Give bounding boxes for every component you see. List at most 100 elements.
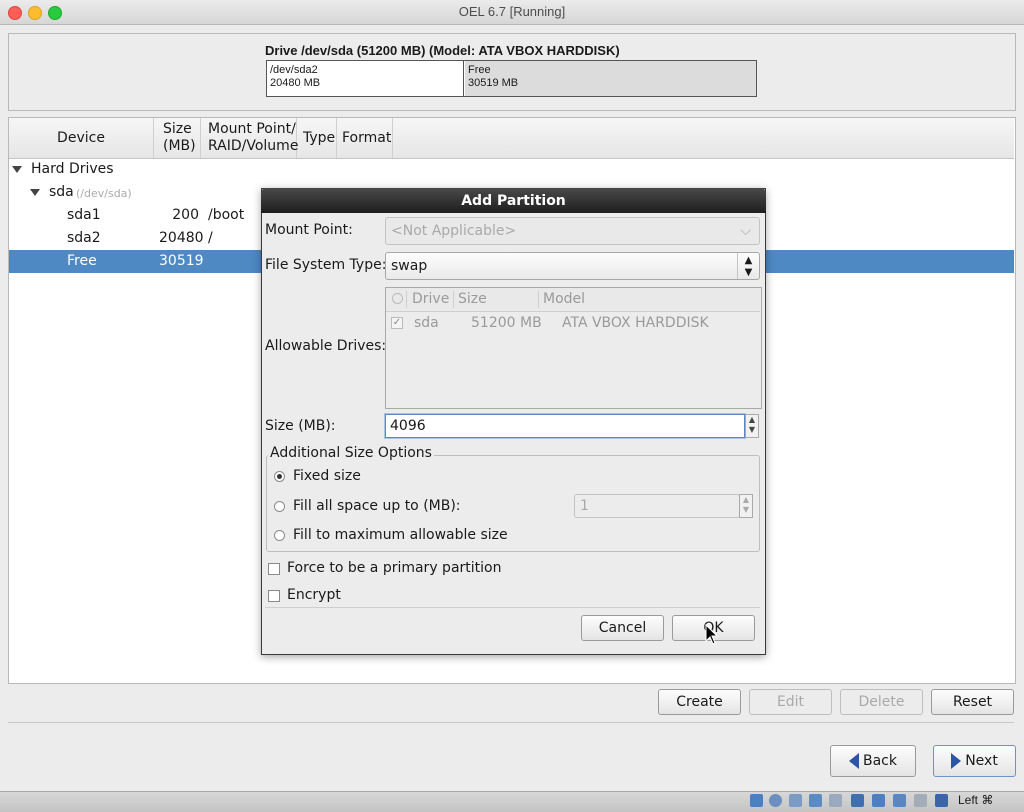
tree-disk-path: (/dev/sda) <box>76 187 132 200</box>
back-button-label: Back <box>863 753 897 769</box>
tree-disk-label: sda <box>49 184 74 200</box>
optical-drive-icon[interactable] <box>769 794 782 807</box>
fill-upto-stepper[interactable]: ▲ ▼ <box>739 494 753 518</box>
segment-name: /dev/sda2 <box>270 64 318 76</box>
next-button-label: Next <box>965 753 998 769</box>
fill-max-radio[interactable] <box>274 530 285 541</box>
cancel-button-label: Cancel <box>598 620 647 636</box>
row-device: sda2 <box>67 230 101 246</box>
column-divider <box>406 291 407 308</box>
next-arrow-icon <box>951 753 962 769</box>
force-primary-label: Force to be a primary partition <box>287 560 502 576</box>
column-size[interactable]: Size (MB) <box>154 118 201 158</box>
grid-model: ATA VBOX HARDDISK <box>562 315 709 331</box>
keyboard-capture-icon[interactable] <box>935 794 948 807</box>
size-options-title: Additional Size Options <box>268 445 434 461</box>
up-down-arrows-icon: ▲ ▼ <box>737 253 759 279</box>
segment-name: Free <box>468 64 491 76</box>
fill-upto-input[interactable]: 1 <box>574 494 740 518</box>
delete-button-label: Delete <box>858 694 905 710</box>
back-button[interactable]: Back <box>830 745 916 777</box>
segment-size: 30519 MB <box>468 77 519 89</box>
network-icon[interactable] <box>829 794 842 807</box>
encrypt-checkbox[interactable] <box>268 590 280 602</box>
mouse-integration-icon[interactable] <box>893 794 906 807</box>
mount-point-select[interactable]: <Not Applicable> ⌵ <box>385 217 760 245</box>
column-type[interactable]: Type <box>297 118 337 158</box>
create-button-label: Create <box>676 694 723 710</box>
column-device[interactable]: Device <box>9 118 154 158</box>
size-stepper[interactable]: ▲ ▼ <box>745 414 759 438</box>
next-button[interactable]: Next <box>933 745 1016 777</box>
create-button[interactable]: Create <box>658 689 741 715</box>
grid-drive: sda <box>414 315 439 331</box>
tree-group-label: Hard Drives <box>31 161 114 177</box>
column-format[interactable]: Format <box>337 118 393 158</box>
vm-status-bar <box>0 791 1024 812</box>
mount-point-label: Mount Point: <box>265 222 353 238</box>
edit-button-label: Edit <box>776 694 805 710</box>
fixed-size-radio[interactable] <box>274 471 285 482</box>
row-size: 200 <box>172 207 199 223</box>
dialog-title: Add Partition <box>261 188 766 213</box>
shared-folders-icon[interactable] <box>809 794 822 807</box>
mount-point-value: <Not Applicable> <box>391 223 517 239</box>
grid-size: 51200 MB <box>471 315 542 331</box>
tree-row-hard-drives[interactable]: Hard Drives <box>9 158 1014 181</box>
column-model[interactable]: Model <box>543 291 585 307</box>
column-divider <box>453 291 454 308</box>
column-size[interactable]: Size <box>458 291 487 307</box>
column-size-line1: Size <box>163 121 192 137</box>
reset-button[interactable]: Reset <box>931 689 1014 715</box>
expander-down-icon[interactable] <box>30 189 40 196</box>
drives-grid-header: Drive Size Model <box>386 288 760 312</box>
encrypt-label: Encrypt <box>287 587 341 603</box>
mouse-cursor-icon <box>705 624 719 645</box>
edit-button[interactable]: Edit <box>749 689 832 715</box>
column-mount-line1: Mount Point/ <box>208 121 296 137</box>
fs-type-select[interactable]: swap ▲ ▼ <box>385 252 760 280</box>
checkbox-checked-icon[interactable]: ✓ <box>391 317 403 329</box>
fill-upto-radio[interactable] <box>274 501 285 512</box>
fs-type-value: swap <box>391 258 428 274</box>
divider <box>8 722 1014 723</box>
video-capture-icon[interactable] <box>872 794 885 807</box>
cpu-icon[interactable] <box>914 794 927 807</box>
display-icon[interactable] <box>851 794 864 807</box>
row-device: Free <box>67 253 97 269</box>
size-label: Size (MB): <box>265 418 336 434</box>
expander-down-icon[interactable] <box>12 166 22 173</box>
segment-free[interactable]: Free 30519 MB <box>465 61 756 96</box>
window-title: OEL 6.7 [Running] <box>458 4 566 19</box>
row-mount: /boot <box>208 207 245 223</box>
fill-max-label: Fill to maximum allowable size <box>293 527 508 543</box>
row-mount: / <box>208 230 213 246</box>
usb-icon[interactable] <box>789 794 802 807</box>
back-arrow-icon <box>849 753 859 769</box>
dialog-divider <box>265 607 760 608</box>
column-mount-line2: RAID/Volume <box>208 138 299 154</box>
size-input[interactable]: 4096 <box>385 414 745 438</box>
drive-title: Drive /dev/sda (51200 MB) (Model: ATA VB… <box>265 43 620 58</box>
fs-type-label: File System Type: <box>265 257 387 273</box>
hard-disk-icon[interactable] <box>750 794 763 807</box>
segment-sda2[interactable]: /dev/sda2 20480 MB <box>267 61 464 96</box>
segment-size: 20480 MB <box>270 77 321 89</box>
column-divider <box>538 291 539 308</box>
row-size: 30519 <box>159 253 204 269</box>
host-key-label: Left ⌘ <box>958 793 994 807</box>
row-size: 20480 <box>159 230 204 246</box>
force-primary-checkbox[interactable] <box>268 563 280 575</box>
drives-grid-row[interactable]: ✓ sda 51200 MB ATA VBOX HARDDISK <box>386 312 760 335</box>
fill-upto-label: Fill all space up to (MB): <box>293 498 461 514</box>
select-column-icon <box>392 293 403 304</box>
row-device: sda1 <box>67 207 101 223</box>
allowable-drives-label: Allowable Drives: <box>265 338 387 354</box>
chevron-down-icon: ⌵ <box>740 223 751 239</box>
column-drive[interactable]: Drive <box>412 291 449 307</box>
column-mount[interactable]: Mount Point/RAID/Volume <box>201 118 299 158</box>
delete-button[interactable]: Delete <box>840 689 923 715</box>
reset-button-label: Reset <box>952 694 993 710</box>
fixed-size-label: Fixed size <box>293 468 361 484</box>
cancel-button[interactable]: Cancel <box>581 615 664 641</box>
